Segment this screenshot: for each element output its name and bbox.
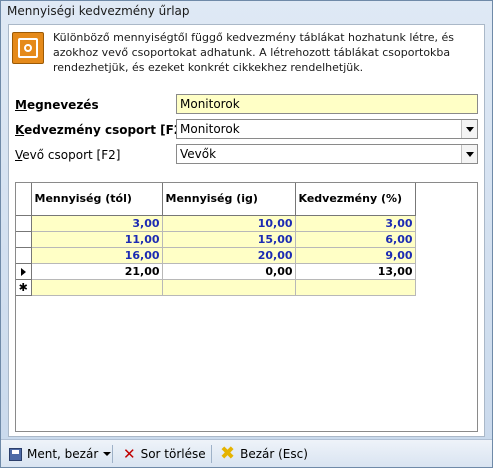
toolbar-separator: [211, 445, 212, 463]
table-new-row[interactable]: ✱: [16, 279, 416, 296]
vevo-csoport-select[interactable]: Vevők: [176, 144, 478, 164]
toolbar-separator: [112, 445, 113, 463]
row-indicator[interactable]: [16, 215, 32, 232]
cell-tol[interactable]: 16,00: [31, 247, 163, 264]
table-row[interactable]: 16,00 20,00 9,00: [16, 247, 416, 264]
megnevezes-label: Megnevezés: [15, 98, 99, 112]
cell-kedvezmeny[interactable]: 6,00: [295, 231, 416, 248]
chevron-down-icon[interactable]: [461, 120, 477, 138]
cell-ig[interactable]: [162, 279, 296, 296]
cell-tol[interactable]: 11,00: [31, 231, 163, 248]
megnevezes-input[interactable]: Monitorok: [176, 94, 478, 114]
vevo-csoport-label: Vevő csoport [F2]: [15, 148, 121, 162]
close-button[interactable]: ✖ Bezár (Esc): [220, 445, 308, 463]
row-indicator-header: [16, 183, 32, 216]
chevron-down-icon[interactable]: [103, 452, 112, 456]
column-header-kedvezmeny[interactable]: Kedvezmény (%): [295, 183, 416, 216]
bottom-toolbar: Ment, bezár ✕ Sor törlése ✖ Bezár (Esc): [1, 439, 492, 467]
kedvezmeny-csoport-label: Kedvezmény csoport [F2]: [15, 123, 188, 137]
cell-kedvezmeny[interactable]: 13,00: [295, 263, 416, 280]
delete-icon: ✕: [123, 444, 136, 463]
cell-ig[interactable]: 15,00: [162, 231, 296, 248]
save-icon: [9, 447, 22, 461]
safe-icon: [12, 32, 44, 64]
discount-grid[interactable]: Mennyiség (tól) Mennyiség (ig) Kedvezmén…: [15, 182, 478, 432]
row-indicator[interactable]: [16, 231, 32, 248]
chevron-down-icon[interactable]: [461, 145, 477, 163]
column-header-tol[interactable]: Mennyiség (tól): [31, 183, 163, 216]
cell-tol[interactable]: 3,00: [31, 215, 163, 232]
row-indicator[interactable]: [16, 247, 32, 264]
table-row[interactable]: 11,00 15,00 6,00: [16, 231, 416, 248]
window-title: Mennyiségi kedvezmény űrlap: [7, 4, 190, 18]
form-panel: Különböző mennyiségtől függő kedvezmény …: [8, 24, 485, 437]
close-icon: ✖: [220, 443, 236, 464]
table-row[interactable]: 3,00 10,00 3,00: [16, 215, 416, 232]
kedvezmeny-csoport-select[interactable]: Monitorok: [176, 119, 478, 139]
column-header-ig[interactable]: Mennyiség (ig): [162, 183, 296, 216]
cell-kedvezmeny[interactable]: 3,00: [295, 215, 416, 232]
cell-tol[interactable]: 21,00: [31, 263, 163, 280]
current-row-icon[interactable]: [16, 263, 32, 280]
dialog-window: Mennyiségi kedvezmény űrlap Különböző me…: [0, 0, 493, 468]
save-close-button[interactable]: Ment, bezár: [9, 445, 112, 463]
new-row-icon[interactable]: ✱: [16, 279, 32, 296]
cell-tol[interactable]: [31, 279, 163, 296]
table-row-active[interactable]: 21,00 0,00 13,00: [16, 263, 416, 280]
cell-ig[interactable]: 20,00: [162, 247, 296, 264]
cell-ig[interactable]: 10,00: [162, 215, 296, 232]
cell-ig[interactable]: 0,00: [162, 263, 296, 280]
delete-row-button[interactable]: ✕ Sor törlése: [123, 445, 206, 463]
cell-kedvezmeny[interactable]: [295, 279, 416, 296]
info-text: Különböző mennyiségtől függő kedvezmény …: [53, 31, 455, 74]
cell-kedvezmeny[interactable]: 9,00: [295, 247, 416, 264]
